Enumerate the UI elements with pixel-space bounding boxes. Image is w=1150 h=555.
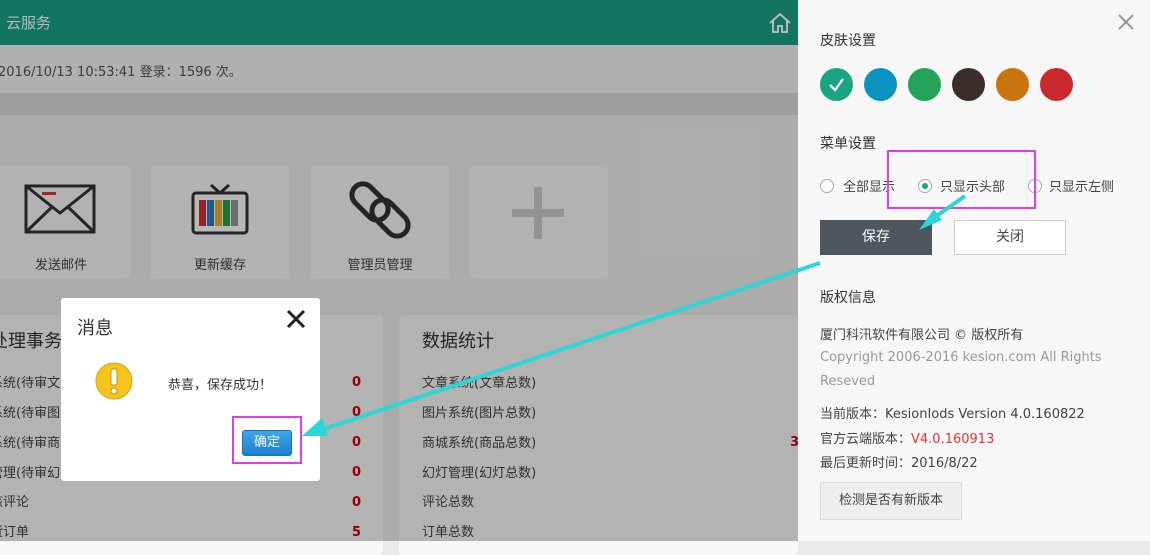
skin-swatch-blue[interactable] (864, 68, 897, 101)
menu-settings-title: 菜单设置 (820, 136, 876, 152)
company-text: 厦门科汛软件有限公司 © 版权所有 (820, 328, 1024, 343)
copyright-line: Reseved (820, 374, 876, 389)
skin-swatch-red[interactable] (1040, 68, 1073, 101)
close-icon[interactable] (1116, 12, 1136, 32)
cloud-version: 官方云端版本：V4.0.160913 (820, 428, 994, 447)
dialog-title: 消息 (77, 318, 113, 339)
version-label: 当前版本： (820, 407, 886, 422)
copyright-title: 版权信息 (820, 290, 876, 306)
skin-settings-title: 皮肤设置 (820, 33, 876, 49)
updated-value: 2016/8/22 (911, 456, 978, 471)
skin-swatch-brown[interactable] (952, 68, 985, 101)
current-version: 当前版本：KesionIods Version 4.0.160822 (820, 403, 1085, 422)
warning-icon (95, 362, 133, 400)
copyright-line: Copyright 2006-2016 kesion.com All Right… (820, 350, 1102, 365)
cloud-version-value: V4.0.160913 (911, 432, 995, 447)
close-button[interactable]: 关闭 (954, 220, 1066, 255)
version-value: KesionIods Version 4.0.160822 (885, 407, 1085, 422)
cloud-version-label: 官方云端版本： (820, 432, 912, 447)
highlight-box-radio (887, 150, 1036, 209)
save-button[interactable]: 保存 (820, 220, 932, 255)
skin-swatch-green-selected[interactable] (820, 68, 853, 101)
radio-label: 只显示左侧 (1049, 180, 1115, 195)
skin-swatch-orange[interactable] (996, 68, 1029, 101)
updated-label: 最后更新时间： (820, 456, 912, 471)
check-update-button[interactable]: 检测是否有新版本 (820, 482, 962, 520)
last-updated: 最后更新时间：2016/8/22 (820, 452, 978, 471)
highlight-box-ok (232, 416, 302, 464)
dialog-message: 恭喜，保存成功！ (168, 378, 273, 393)
settings-panel: 皮肤设置 菜单设置 全部显示 只显示头部 只显示左侧 保存 关闭 版权信息 厦门… (798, 0, 1150, 541)
skin-swatch-green[interactable] (908, 68, 941, 101)
radio-show-all[interactable] (820, 179, 834, 193)
close-icon[interactable] (285, 308, 307, 330)
check-icon (829, 78, 844, 92)
